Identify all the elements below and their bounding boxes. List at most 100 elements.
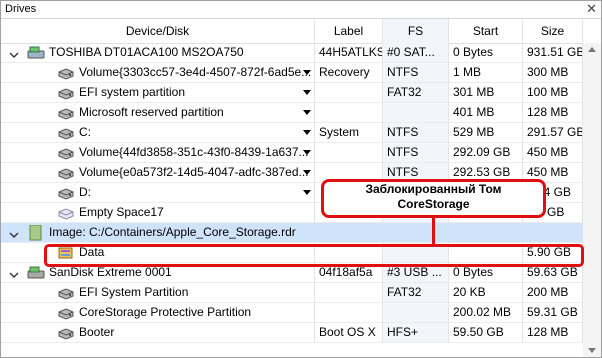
cell-name: Volume{44fd3858-351c-43f0-8439-1a637... [1, 143, 315, 163]
tree-row[interactable]: EFI system partition FAT32 301 MB 100 MB [1, 83, 601, 103]
cell-fs: FAT32 [383, 283, 449, 303]
partition-icon [57, 306, 75, 322]
row-fs: FAT32 [387, 85, 422, 99]
tree-row[interactable]: Booter Boot OS X HFS+ 59.50 GB 128 MB [1, 323, 601, 343]
cell-label [315, 303, 383, 323]
cell-label [315, 283, 383, 303]
tree-row[interactable]: EFI System Partition FAT32 20 KB 200 MB [1, 283, 601, 303]
cell-size: 200 MB [523, 283, 583, 303]
row-name: Booter [79, 325, 115, 339]
column-header-fs[interactable]: FS [383, 19, 449, 43]
row-size: 300 MB [527, 65, 569, 79]
column-header-label[interactable]: Label [315, 19, 383, 43]
cell-start: 1 MB [449, 63, 523, 83]
usb-drive-gray-icon [27, 266, 45, 282]
cell-start: 529 MB [449, 123, 523, 143]
cell-name: Volume{e0a573f2-14d5-4047-adfc-387ed... [1, 163, 315, 183]
annotation-line-1: Заблокированный Том [365, 182, 502, 196]
cell-name: D: [1, 183, 315, 203]
row-size: 100 MB [527, 85, 569, 99]
annotation-callout: Заблокированный Том CoreStorage [321, 179, 546, 218]
row-name: Volume{3303cc57-3e4d-4507-872f-6ad5e... [79, 65, 312, 79]
cell-label [315, 223, 383, 243]
row-size: 128 MB [527, 105, 569, 119]
cell-size: 128 MB [523, 323, 583, 343]
row-name: C: [79, 125, 91, 139]
cell-size: 450 MB [523, 143, 583, 163]
cell-fs [383, 103, 449, 123]
column-header-device[interactable]: Device/Disk [1, 19, 315, 43]
tree-row[interactable]: Microsoft reserved partition 401 MB 128 MB [1, 103, 601, 123]
row-label: 44H5ATLKS [319, 45, 383, 59]
dropdown-arrow-icon[interactable] [303, 150, 311, 155]
row-name: Image: C:/Containers/Apple_Core_Storage.… [49, 225, 296, 239]
tree-row[interactable]: Image: C:/Containers/Apple_Core_Storage.… [1, 223, 601, 243]
cell-fs: FAT32 [383, 83, 449, 103]
partition-icon [57, 86, 75, 102]
row-name: Empty Space17 [79, 205, 164, 219]
image-file-icon [27, 224, 45, 242]
cell-name: Empty Space17 [1, 203, 315, 223]
tree-row[interactable]: CoreStorage Protective Partition 200.02 M… [1, 303, 601, 323]
row-name: EFI system partition [79, 85, 186, 99]
tree-row[interactable]: C: System NTFS 529 MB 291.57 GB [1, 123, 601, 143]
row-fs: NTFS [387, 65, 419, 79]
row-name: D: [79, 185, 91, 199]
column-header-start[interactable]: Start [449, 19, 523, 43]
row-fs: NTFS [387, 125, 419, 139]
vertical-scrollbar[interactable] [583, 43, 601, 357]
row-size: 59.31 GB [527, 305, 578, 319]
scroll-up-icon[interactable] [588, 47, 596, 52]
empty-space-icon [57, 206, 75, 222]
row-name: Volume{e0a573f2-14d5-4047-adfc-387ed... [79, 165, 309, 179]
dropdown-arrow-icon[interactable] [303, 90, 311, 95]
close-icon[interactable]: ✕ [586, 1, 597, 17]
partition-icon [57, 126, 75, 142]
row-start: 292.53 GB [453, 165, 511, 179]
dropdown-arrow-icon[interactable] [303, 190, 311, 195]
row-size: 200 MB [527, 285, 569, 299]
scroll-down-icon[interactable] [588, 348, 596, 353]
cell-size: 291.57 GB [523, 123, 583, 143]
cell-size: 300 MB [523, 63, 583, 83]
partition-icon [57, 326, 75, 342]
partition-icon [57, 166, 75, 182]
row-start: 0 Bytes [453, 45, 494, 59]
row-start: 0 Bytes [453, 265, 494, 279]
cell-start [449, 223, 523, 243]
table-header: Device/Disk Label FS Start Size [1, 19, 601, 44]
cell-name: Microsoft reserved partition [1, 103, 315, 123]
column-header-size[interactable]: Size [523, 19, 583, 43]
dropdown-arrow-icon[interactable] [303, 70, 311, 75]
cell-name: Volume{3303cc57-3e4d-4507-872f-6ad5e... [1, 63, 315, 83]
tree-row[interactable]: Volume{3303cc57-3e4d-4507-872f-6ad5e... R… [1, 63, 601, 83]
partition-icon [57, 186, 75, 202]
chevron-down-icon[interactable] [9, 267, 19, 278]
partition-icon [57, 66, 75, 82]
callout-connector [432, 217, 435, 245]
row-size: 128 MB [527, 325, 569, 339]
dropdown-arrow-icon[interactable] [303, 130, 311, 135]
dropdown-arrow-icon[interactable] [303, 110, 311, 115]
row-fs: #0 SAT... [387, 45, 435, 59]
cell-size: 100 MB [523, 83, 583, 103]
tree-row[interactable]: Volume{44fd3858-351c-43f0-8439-1a637... N… [1, 143, 601, 163]
cell-label [315, 103, 383, 123]
cell-name: TOSHIBA DT01ACA100 MS2OA750 [1, 43, 315, 63]
cell-fs: NTFS [383, 143, 449, 163]
row-size: 59.63 GB [527, 265, 578, 279]
row-label: 04f18af5a [319, 265, 373, 279]
chevron-down-icon[interactable] [9, 47, 19, 58]
cell-label: Boot OS X [315, 323, 383, 343]
row-fs: NTFS [387, 145, 419, 159]
row-start: 292.09 GB [453, 145, 511, 159]
row-name: EFI System Partition [79, 285, 189, 299]
tree-row[interactable]: TOSHIBA DT01ACA100 MS2OA750 44H5ATLKS #0 S… [1, 43, 601, 63]
cell-name: EFI system partition [1, 83, 315, 103]
dropdown-arrow-icon[interactable] [303, 170, 311, 175]
row-fs: #3 USB ... [387, 265, 442, 279]
cell-name: CoreStorage Protective Partition [1, 303, 315, 323]
row-label: System [319, 125, 360, 139]
row-start: 20 KB [453, 285, 486, 299]
chevron-down-icon[interactable] [9, 227, 19, 238]
